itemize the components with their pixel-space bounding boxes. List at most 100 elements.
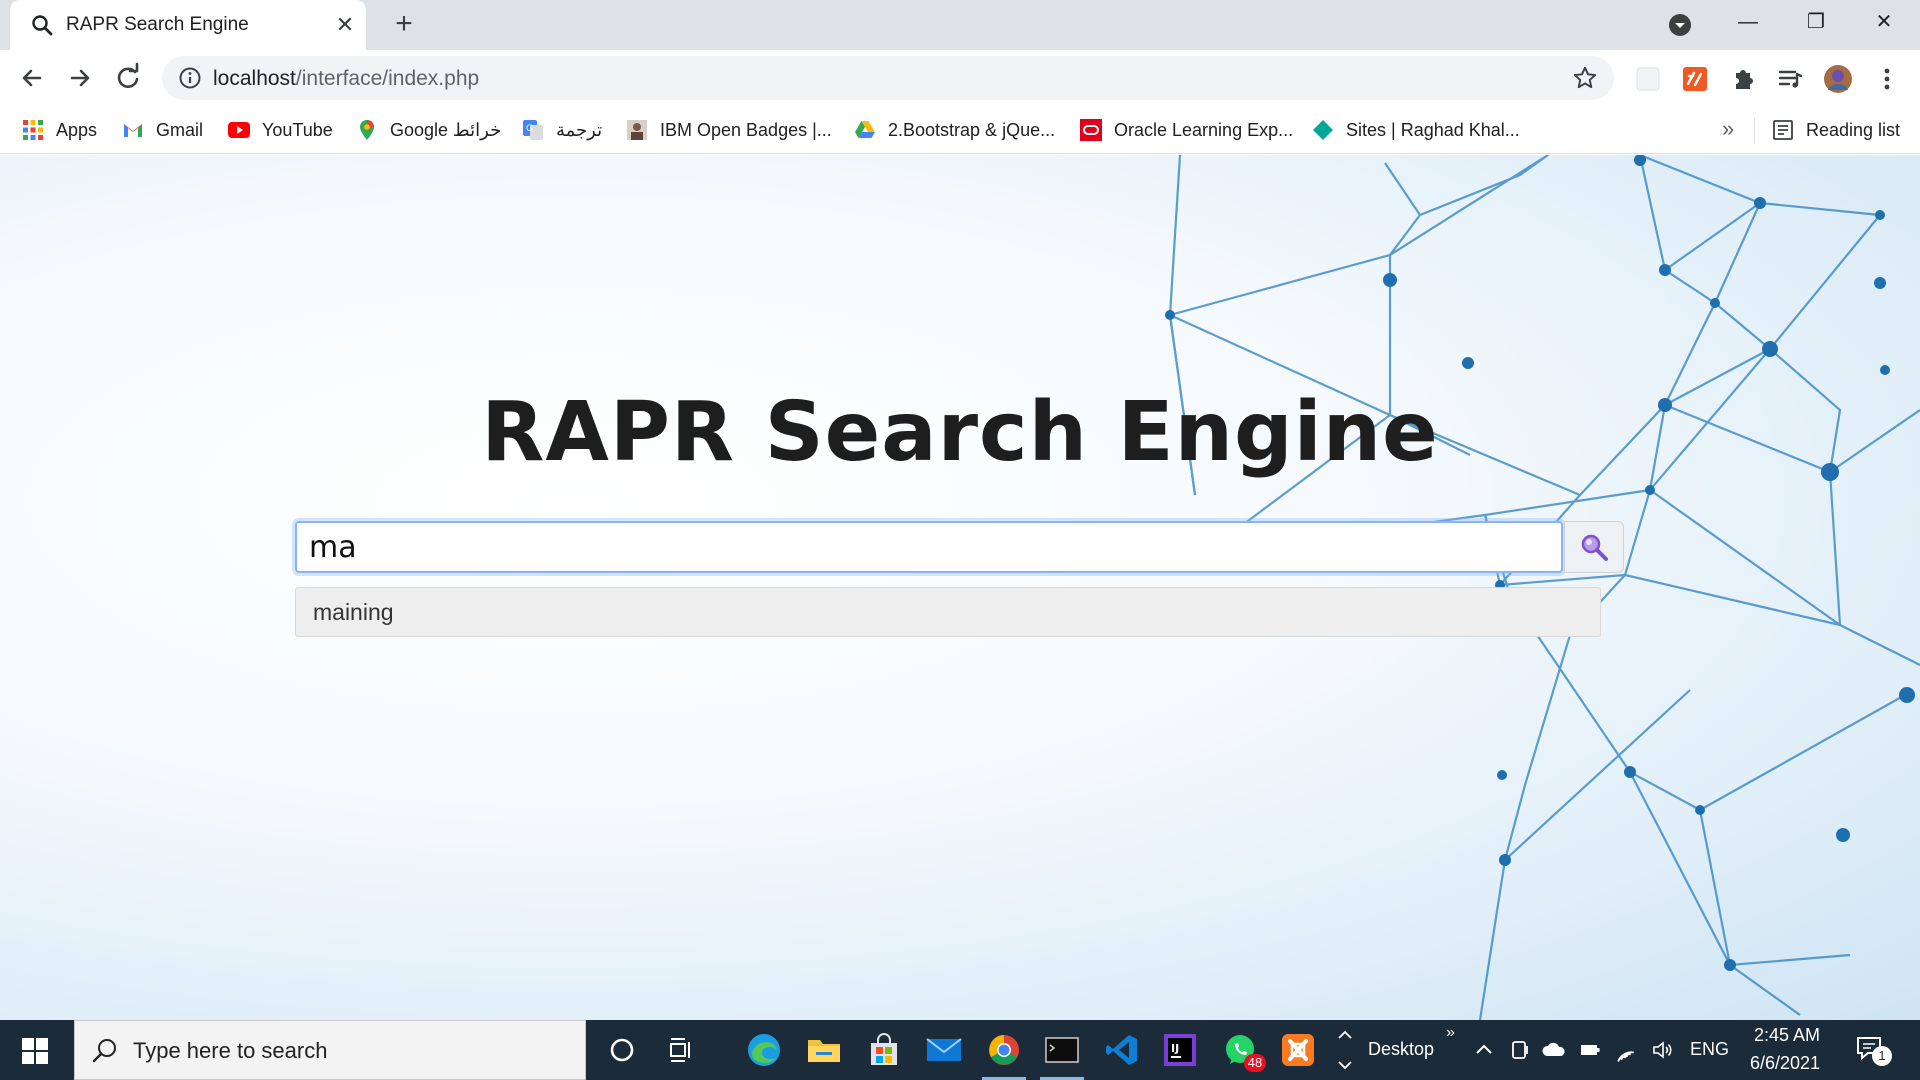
whatsapp-unread-badge: 48 xyxy=(1244,1054,1266,1072)
tab-title: RAPR Search Engine xyxy=(66,14,249,35)
task-view-icon xyxy=(670,1038,690,1062)
gmail-icon xyxy=(124,124,142,137)
volume-icon[interactable] xyxy=(1650,1038,1674,1062)
bookmark-label: ترجمة xyxy=(556,119,603,140)
terminal-icon xyxy=(1045,1037,1079,1063)
search-favicon-icon xyxy=(32,15,53,36)
url-host: localhost xyxy=(213,67,296,90)
xampp-icon xyxy=(1282,1034,1314,1066)
search-button[interactable] xyxy=(1564,521,1624,573)
extensions-puzzle-icon[interactable] xyxy=(1728,64,1758,94)
bookmark-label: Apps xyxy=(56,119,98,140)
tab-strip: RAPR Search Engine ✕ + — ❐ ✕ xyxy=(0,0,1920,50)
tray-overflow-chevron-icon[interactable] xyxy=(1472,1038,1496,1062)
tablet-mode-icon[interactable] xyxy=(1508,1038,1532,1062)
back-icon[interactable] xyxy=(14,60,50,96)
page-title: RAPR Search Engine xyxy=(481,385,1439,480)
svg-text:IJ: IJ xyxy=(1171,1042,1179,1055)
forward-icon[interactable] xyxy=(62,60,98,96)
bookmarks-overflow-icon[interactable]: » xyxy=(1722,116,1734,142)
google-translate-icon: G xyxy=(523,120,543,140)
suggestion-item[interactable]: maining xyxy=(295,587,1601,637)
site-info-icon[interactable] xyxy=(178,66,202,90)
taskbar-store[interactable] xyxy=(856,1020,912,1080)
cortana-circle-icon xyxy=(610,1038,634,1062)
notification-count-badge: 1 xyxy=(1872,1046,1892,1066)
clock-time[interactable]: 2:45 AM xyxy=(1754,1025,1820,1046)
store-bag-icon xyxy=(871,1033,897,1065)
bookmark-label: Oracle Learning Exp... xyxy=(1114,119,1294,140)
new-tab-button[interactable]: + xyxy=(388,9,420,41)
browser-toolbar: localhost/interface/index.php xyxy=(0,50,1920,106)
ibm-badge-icon xyxy=(627,120,647,140)
minimize-button[interactable]: — xyxy=(1714,0,1782,44)
taskbar-mail[interactable] xyxy=(916,1020,972,1080)
google-sites-icon xyxy=(1313,120,1333,140)
taskbar-search-placeholder: Type here to search xyxy=(133,1038,328,1063)
cortana-button[interactable] xyxy=(594,1020,650,1080)
bookmark-label: IBM Open Badges |... xyxy=(660,119,832,140)
url-text[interactable]: localhost/interface/index.php xyxy=(213,67,479,91)
taskbar-whatsapp[interactable]: 48 xyxy=(1212,1020,1268,1080)
tab-close-icon[interactable]: ✕ xyxy=(332,12,358,38)
bookmark-label: YouTube xyxy=(262,119,333,140)
bookmark-gmail[interactable]: Gmail xyxy=(122,116,203,144)
bookmark-label: Gmail xyxy=(156,119,204,140)
extension-blank-icon[interactable] xyxy=(1633,64,1663,94)
bookmark-translate[interactable]: G ترجمة xyxy=(522,116,602,144)
apps-grid-icon xyxy=(23,120,43,140)
search-icon xyxy=(92,1039,116,1063)
bookmark-star-icon[interactable] xyxy=(1572,65,1598,91)
taskbar-intellij[interactable]: IJ xyxy=(1152,1020,1208,1080)
close-window-button[interactable]: ✕ xyxy=(1850,0,1918,44)
taskbar-terminal[interactable] xyxy=(1034,1020,1090,1080)
bookmarks-divider xyxy=(1754,118,1755,144)
restore-button[interactable]: ❐ xyxy=(1782,0,1850,44)
reading-list-label: Reading list xyxy=(1806,119,1901,140)
extension-orange-icon[interactable] xyxy=(1680,64,1710,94)
wifi-icon[interactable] xyxy=(1614,1038,1638,1062)
language-indicator[interactable]: ENG xyxy=(1690,1039,1729,1060)
chrome-icon xyxy=(989,1035,1019,1065)
profile-avatar-icon[interactable] xyxy=(1823,64,1853,94)
taskbar-scroll-arrows[interactable] xyxy=(1332,1024,1358,1076)
clock-date[interactable]: 6/6/2021 xyxy=(1750,1053,1820,1074)
bookmark-sites[interactable]: Sites | Raghad Khal... xyxy=(1312,116,1520,144)
browser-menu-icon[interactable] xyxy=(1872,64,1902,94)
svg-text:G: G xyxy=(526,124,533,134)
bookmark-apps[interactable]: Apps xyxy=(22,116,97,144)
battery-icon[interactable] xyxy=(1578,1038,1602,1062)
taskbar-file-explorer[interactable] xyxy=(796,1020,852,1080)
bookmark-ibm-badges[interactable]: IBM Open Badges |... xyxy=(626,116,832,144)
desktop-toolbar-overflow-icon[interactable]: » xyxy=(1446,1024,1455,1042)
bookmark-google-maps[interactable]: Google خرائط xyxy=(356,116,501,144)
address-bar[interactable]: localhost/interface/index.php xyxy=(162,56,1614,100)
tab-active[interactable]: RAPR Search Engine ✕ xyxy=(10,0,366,50)
google-drive-icon xyxy=(855,121,875,138)
bookmark-youtube[interactable]: YouTube xyxy=(228,116,333,144)
task-view-button[interactable] xyxy=(654,1020,710,1080)
action-center-button[interactable]: 1 xyxy=(1854,1032,1894,1068)
taskbar-search-box[interactable]: Type here to search xyxy=(74,1020,586,1080)
taskbar-chrome[interactable] xyxy=(976,1020,1032,1080)
bookmarks-bar: Apps Gmail YouTube Google خرائط G ترجمة … xyxy=(0,106,1920,154)
oracle-icon xyxy=(1080,119,1102,141)
onedrive-cloud-icon[interactable] xyxy=(1542,1038,1566,1062)
youtube-icon xyxy=(228,122,250,138)
reading-list-button[interactable]: Reading list xyxy=(1772,116,1900,144)
search-input[interactable] xyxy=(295,521,1563,573)
bookmark-oracle[interactable]: Oracle Learning Exp... xyxy=(1080,116,1293,144)
desktop-toolbar-label[interactable]: Desktop xyxy=(1368,1039,1434,1060)
google-maps-icon xyxy=(360,120,374,140)
bookmark-label: Google خرائط xyxy=(390,119,502,140)
page-viewport: RAPR Search Engine maining xyxy=(0,155,1920,1020)
media-control-icon[interactable] xyxy=(1775,64,1805,94)
taskbar-vscode[interactable] xyxy=(1094,1020,1150,1080)
tab-search-icon[interactable] xyxy=(1668,13,1692,37)
reload-icon[interactable] xyxy=(110,60,146,96)
bookmark-bootstrap[interactable]: 2.Bootstrap & jQue... xyxy=(854,116,1055,144)
taskbar-edge[interactable] xyxy=(736,1020,792,1080)
start-button[interactable] xyxy=(0,1020,72,1080)
taskbar-xampp[interactable] xyxy=(1270,1020,1326,1080)
magnifier-icon xyxy=(1581,534,1608,561)
